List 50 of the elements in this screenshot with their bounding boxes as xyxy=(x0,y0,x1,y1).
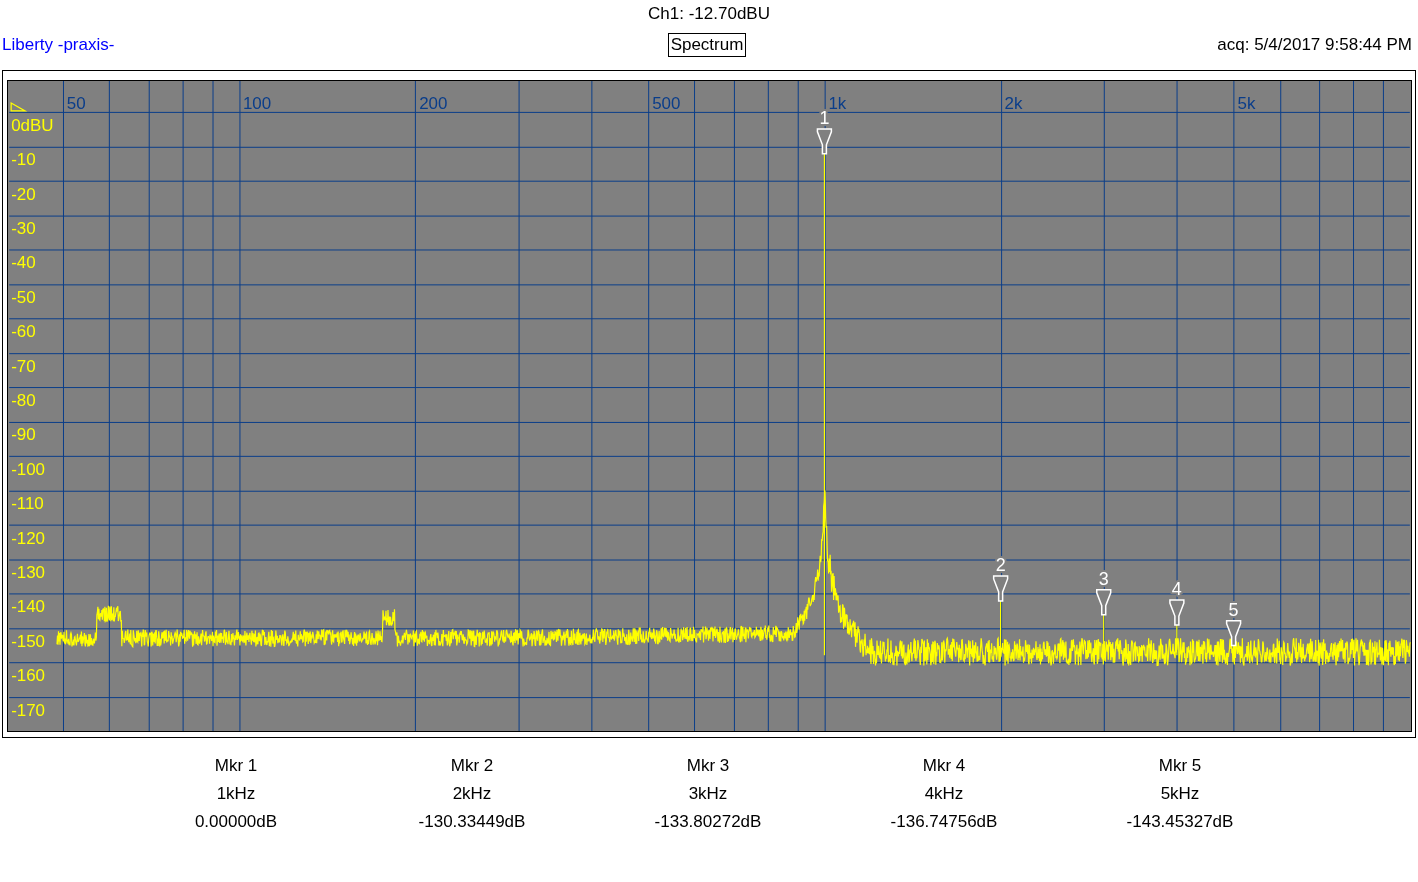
marker-value: -136.74756dB xyxy=(890,811,998,833)
acquisition-time: acq: 5/4/2017 9:58:44 PM xyxy=(1216,34,1412,57)
y-axis-label: -20 xyxy=(11,184,36,204)
y-axis-label: -160 xyxy=(11,666,46,686)
y-axis-label: -150 xyxy=(11,631,46,651)
marker-frequency: 5kHz xyxy=(1160,783,1200,805)
y-axis-label: 0dBU xyxy=(11,115,54,135)
marker-triangle-icon xyxy=(992,575,1009,602)
y-axis-label: -110 xyxy=(11,494,44,514)
marker-frequency: 2kHz xyxy=(452,783,492,805)
marker-frequency: 3kHz xyxy=(688,783,728,805)
view-title: Spectrum xyxy=(667,33,747,57)
y-axis-label: -70 xyxy=(11,356,36,376)
y-axis-label: -30 xyxy=(11,219,36,239)
x-axis-label: 50 xyxy=(66,93,86,113)
marker-name: Mkr 5 xyxy=(1158,755,1202,777)
y-axis-label: -50 xyxy=(11,287,36,307)
y-axis-label: -140 xyxy=(11,597,46,617)
channel-reading: Ch1: -12.70dBU xyxy=(648,3,770,26)
marker-value: -130.33449dB xyxy=(418,811,526,833)
marker-name: Mkr 3 xyxy=(686,755,730,777)
x-axis-label: 1k xyxy=(828,93,847,113)
marker-name: Mkr 2 xyxy=(450,755,494,777)
x-axis-label: 200 xyxy=(419,93,448,113)
y-axis-label: -170 xyxy=(11,700,46,720)
y-axis-label: -90 xyxy=(11,425,36,445)
reference-level-icon xyxy=(10,101,28,112)
marker-triangle-icon xyxy=(1225,619,1242,647)
x-axis-label: 100 xyxy=(242,93,272,113)
app-name: Liberty -praxis- xyxy=(2,34,116,57)
x-axis-label: 2k xyxy=(1004,93,1023,113)
marker-value: -143.45327dB xyxy=(1126,811,1234,833)
marker-frequency: 1kHz xyxy=(216,783,256,805)
y-axis-label: -40 xyxy=(11,253,36,273)
y-axis-label: -80 xyxy=(11,391,36,411)
marker-name: Mkr 4 xyxy=(922,755,966,777)
marker-triangle-icon xyxy=(1096,589,1112,616)
marker-triangle-icon xyxy=(816,128,833,155)
marker-name: Mkr 1 xyxy=(214,755,258,777)
y-axis-label: -130 xyxy=(11,563,46,582)
y-axis-label: -60 xyxy=(11,322,36,342)
y-axis-label: -120 xyxy=(11,528,46,548)
x-axis-label: 5k xyxy=(1237,93,1256,113)
y-axis-label: -100 xyxy=(11,459,46,479)
marker-triangle-icon xyxy=(1169,599,1185,626)
marker-value: -133.80272dB xyxy=(654,811,762,833)
marker-value: 0.00000dB xyxy=(194,811,278,833)
y-axis-label: -10 xyxy=(11,150,36,170)
marker-frequency: 4kHz xyxy=(924,783,964,805)
x-axis-label: 500 xyxy=(652,93,681,113)
